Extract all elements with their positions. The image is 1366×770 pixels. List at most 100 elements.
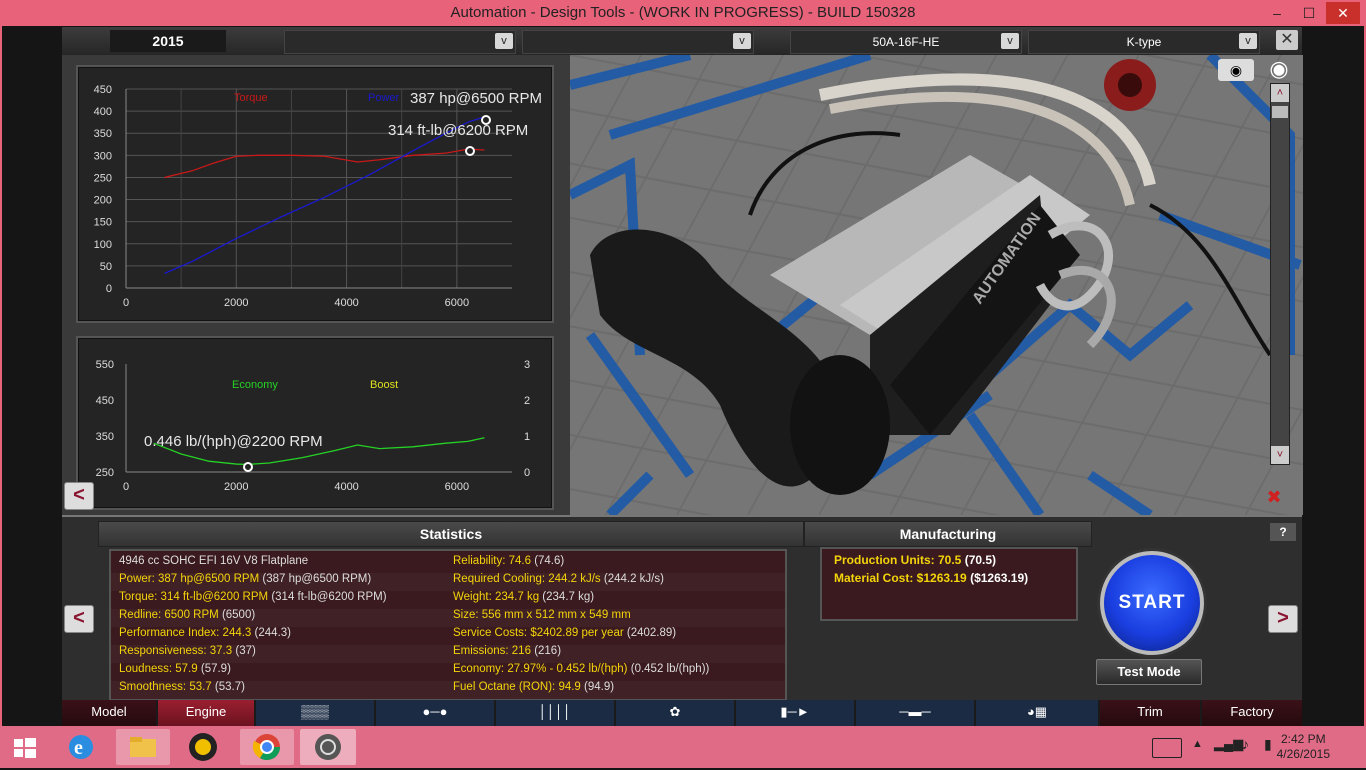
tab-block[interactable]: ▒▒▒ (256, 700, 374, 726)
stat-service-costs: Service Costs: $2402.89 per year (453, 627, 624, 639)
charts-pane: 450 400 350 300 250 200 150 100 50 0 0 2000 4000 600… (62, 55, 570, 515)
start-button[interactable]: START (1100, 551, 1204, 655)
power-torque-svg: 450 400 350 300 250 200 150 100 50 0 0 2000 4000 600… (94, 84, 542, 309)
chevron-down-icon[interactable]: v (1239, 33, 1257, 49)
stat-value: (216) (534, 645, 562, 657)
tab-pistons[interactable]: ││││ (496, 700, 614, 726)
show-hidden-icons-icon[interactable]: ▲ (1192, 738, 1203, 750)
tab-label: Model (91, 704, 127, 719)
variant-dropdown[interactable]: K-type v (1028, 30, 1260, 54)
top-toolbar: 2015 v v 50A-16F-HE v K-type v ✕ (62, 27, 1302, 56)
tab-turbo[interactable]: ✿ (616, 700, 734, 726)
media-player-icon[interactable] (182, 729, 224, 765)
production-units: Production Units: 70.5 (834, 553, 962, 567)
reset-view-icon[interactable]: ✖ (1258, 485, 1290, 509)
volume-icon[interactable]: ♪ (1242, 736, 1249, 752)
stat-value: (94.9) (584, 681, 615, 693)
stat-emissions: Emissions: 216 (453, 645, 531, 657)
x-tick-label: 6000 (445, 481, 469, 493)
tab-crank[interactable]: ●─● (376, 700, 494, 726)
legend-economy: Economy (232, 379, 278, 391)
stat-value: (53.7) (214, 681, 245, 693)
visibility-eye-icon[interactable]: ◉ (1260, 57, 1298, 81)
tab-fuel[interactable]: ▮─► (736, 700, 854, 726)
viewport-scrollbar[interactable]: ˄ ˅ (1270, 83, 1290, 465)
x-tick-label: 4000 (334, 481, 358, 493)
test-mode-button[interactable]: Test Mode (1096, 659, 1202, 685)
exhaust-icon: ─▬─ (899, 704, 931, 719)
y-tick-label: 150 (94, 217, 112, 229)
battery-icon[interactable]: ▮ (1264, 736, 1272, 753)
legend-torque: Torque (234, 92, 268, 104)
chevron-down-icon[interactable]: v (495, 33, 513, 49)
crank-icon: ●─● (422, 704, 448, 719)
window-close-button[interactable]: ✕ (1326, 2, 1360, 24)
automation-app-icon[interactable] (300, 729, 356, 765)
stat-redline: Redline: 6500 RPM (119, 609, 219, 621)
stat-power: Power: 387 hp@6500 RPM (119, 573, 260, 585)
y2-tick-label: 1 (524, 431, 530, 443)
tab-trim[interactable]: Trim (1100, 700, 1200, 726)
stat-value: (74.6) (534, 555, 565, 567)
year-display: 2015 (110, 30, 226, 52)
economy-boost-svg: 550 450 350 250 3 2 1 0 0 2000 4000 6000 Economy B… (96, 359, 530, 493)
system-clock[interactable]: 2:42 PM 4/26/2015 (1277, 732, 1330, 762)
material-cost: Material Cost: $1263.19 (834, 571, 967, 585)
stat-value: (314 ft-lb@6200 RPM) (271, 591, 387, 603)
pistons-icon: ││││ (538, 704, 572, 719)
stat-fuel-octane: Fuel Octane (RON): 94.9 (453, 681, 581, 693)
y-tick-label: 400 (94, 106, 112, 118)
screenshot-camera-icon[interactable]: ◉ (1218, 59, 1254, 81)
y-tick-label: 350 (94, 128, 112, 140)
chevron-down-icon[interactable]: v (733, 33, 751, 49)
y-tick-label: 50 (100, 261, 112, 273)
y-tick-label: 200 (94, 195, 112, 207)
engine-description: 4946 cc SOHC EFI 16V V8 Flatplane (119, 555, 309, 567)
help-button[interactable]: ? (1270, 523, 1296, 541)
tab-exhaust[interactable]: ─▬─ (856, 700, 974, 726)
window-titlebar: Automation - Design Tools - (WORK IN PRO… (0, 0, 1366, 26)
window-frame-left (0, 26, 2, 726)
x-tick-label: 0 (123, 481, 129, 493)
y-tick-label: 550 (96, 359, 114, 371)
scroll-down-button[interactable]: ˅ (1271, 446, 1289, 464)
tab-model[interactable]: Model (62, 700, 156, 726)
torque-peak-marker (465, 146, 475, 156)
minimize-button[interactable]: – (1262, 2, 1292, 24)
x-tick-label: 6000 (445, 297, 469, 309)
keyboard-icon[interactable] (1152, 738, 1182, 758)
legend-power: Power (368, 92, 400, 104)
power-torque-chart: 450 400 350 300 250 200 150 100 50 0 0 2000 4000 600… (76, 65, 554, 323)
close-designer-button[interactable]: ✕ (1276, 30, 1298, 50)
maximize-button[interactable]: ☐ (1294, 2, 1324, 24)
window-title: Automation - Design Tools - (WORK IN PRO… (450, 4, 916, 21)
scroll-thumb[interactable] (1272, 106, 1288, 118)
internet-explorer-icon[interactable]: e (60, 729, 102, 765)
dropdown-2[interactable]: v (522, 30, 754, 54)
chrome-icon[interactable] (240, 729, 294, 765)
torque-line (164, 148, 485, 179)
manufacturing-list: Production Units: 70.5 (70.5) Material C… (820, 547, 1078, 621)
next-page-button[interactable]: > (1268, 605, 1298, 633)
scroll-up-button[interactable]: ˄ (1271, 84, 1289, 102)
prev-view-button[interactable]: < (64, 482, 94, 510)
tab-factory[interactable]: Factory (1202, 700, 1302, 726)
stat-value: (57.9) (200, 663, 231, 675)
engine-family-dropdown[interactable]: 50A-16F-HE v (790, 30, 1022, 54)
file-explorer-icon[interactable] (116, 729, 170, 765)
network-icon[interactable]: ▂▄▆ (1214, 736, 1243, 752)
chevron-down-icon[interactable]: v (1001, 33, 1019, 49)
prev-page-button[interactable]: < (64, 605, 94, 633)
stat-weight: Weight: 234.7 kg (453, 591, 540, 603)
stat-row: Smoothness: 53.7 (53.7) Fuel Octane (RON… (111, 681, 785, 699)
tab-engine[interactable]: Engine (158, 700, 254, 726)
stat-value: (244.3) (254, 627, 291, 639)
windows-start-icon[interactable] (6, 729, 44, 765)
tab-label: Engine (185, 704, 227, 719)
tab-tuning[interactable]: ◕▦ (976, 700, 1098, 726)
engine-3d-viewport[interactable]: AUTOMATION ◉ ◉ ˄ ˅ ✖ (570, 55, 1303, 515)
power-line (164, 116, 485, 275)
dropdown-1[interactable]: v (284, 30, 516, 54)
y-tick-label: 450 (94, 84, 112, 96)
x-tick-label: 0 (123, 297, 129, 309)
